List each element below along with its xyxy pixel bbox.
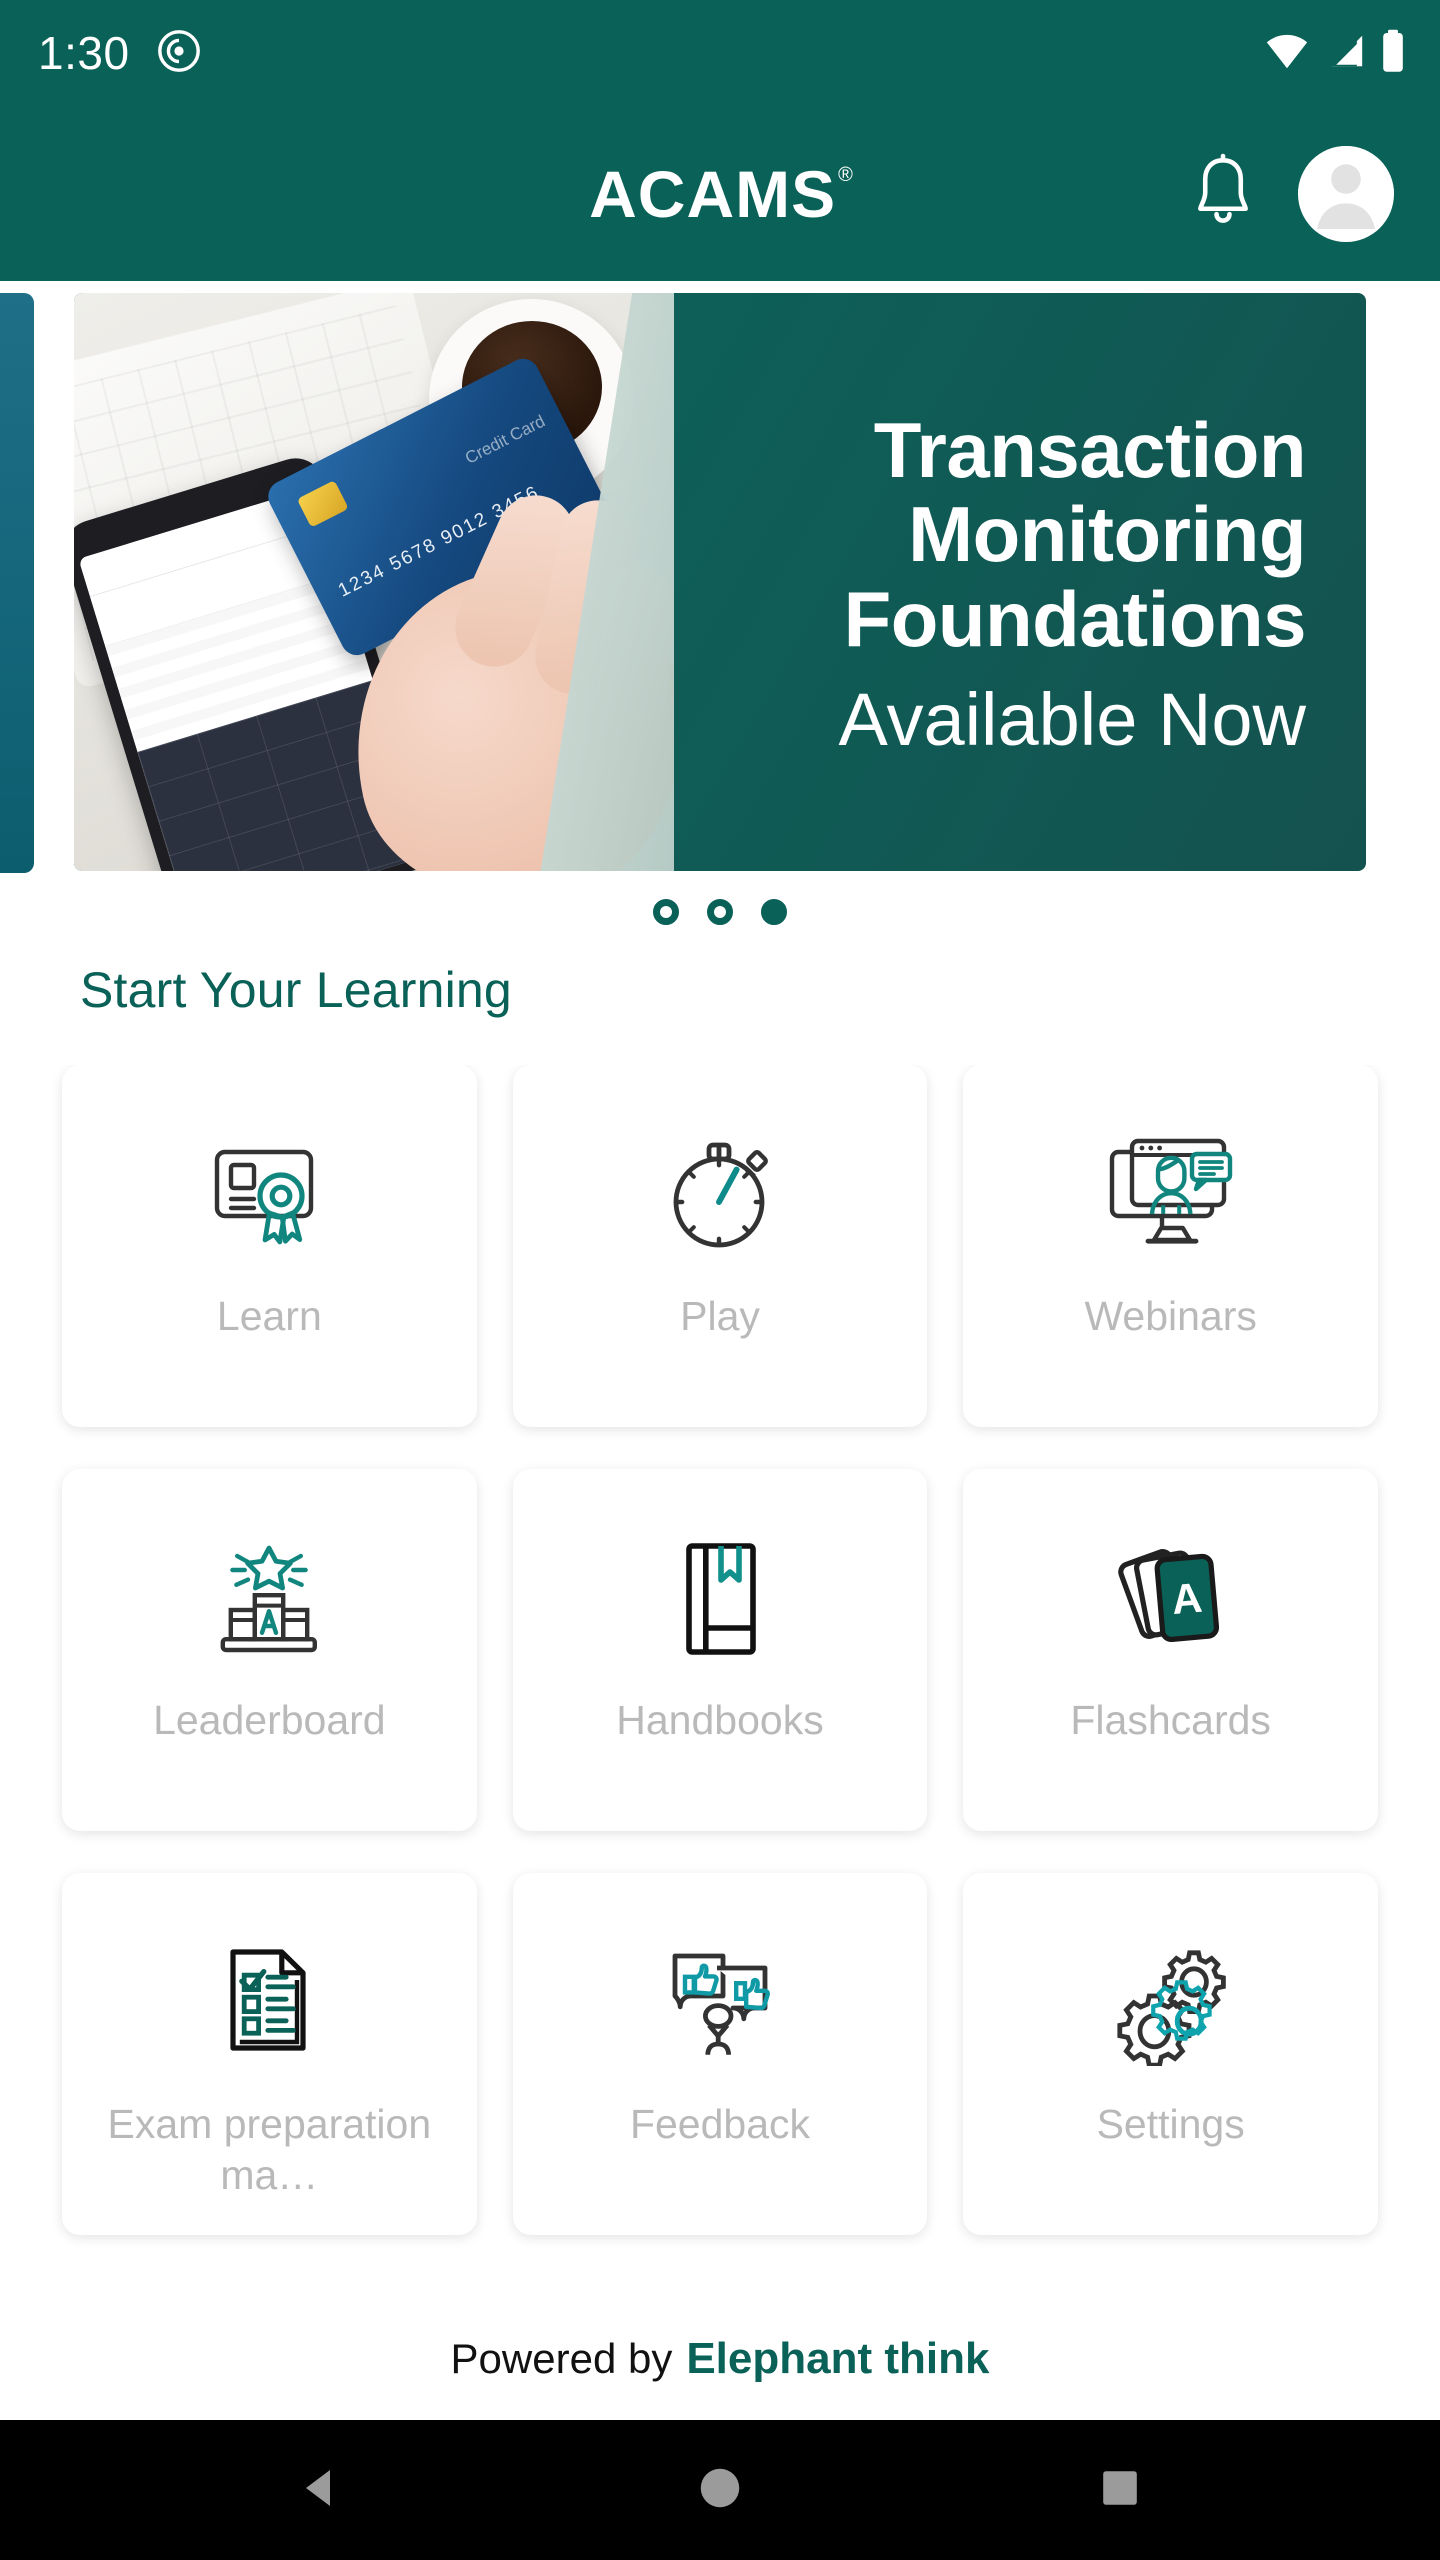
status-right-icons <box>1264 29 1406 78</box>
gears-icon <box>1108 1929 1234 2077</box>
carousel-dot-3[interactable] <box>761 899 787 925</box>
section-heading-start-your-learning: Start Your Learning <box>80 962 512 1018</box>
tile-label: Webinars <box>1084 1293 1257 1339</box>
status-bar: 1:30 <box>0 0 1440 106</box>
tile-webinars[interactable]: Webinars <box>963 1065 1378 1427</box>
card-brand-text: Credit Card <box>462 411 549 468</box>
back-button[interactable] <box>260 2430 380 2550</box>
home-circle-icon <box>695 2463 745 2518</box>
carousel-slide-subtitle: Available Now <box>838 677 1306 761</box>
book-bookmark-icon <box>665 1525 775 1673</box>
tile-learn[interactable]: Learn <box>62 1065 477 1427</box>
recents-square-icon <box>1097 2465 1143 2516</box>
card-chip <box>296 480 349 528</box>
cellular-signal-icon <box>1324 31 1366 76</box>
tile-label: Leaderboard <box>153 1697 386 1743</box>
screen-record-icon <box>156 28 202 79</box>
learning-grid: Learn Play Webinars Leaderboard Handbook… <box>62 1065 1378 2235</box>
back-triangle-icon <box>294 2462 346 2519</box>
recents-button[interactable] <box>1060 2430 1180 2550</box>
carousel-slide-text: Transaction Monitoring Foundations Avail… <box>674 293 1366 871</box>
footer-powered-by: Powered by Elephant think <box>0 2298 1440 2420</box>
avatar[interactable] <box>1298 145 1394 242</box>
podium-star-icon <box>202 1525 336 1673</box>
footer-prefix: Powered by <box>450 2335 673 2382</box>
carousel-dot-1[interactable] <box>653 899 679 925</box>
app-bar: ACAMS ® <box>0 106 1440 281</box>
stopwatch-icon <box>657 1121 783 1269</box>
svg-text:A: A <box>1169 1574 1203 1623</box>
tile-handbooks[interactable]: Handbooks <box>512 1469 928 1831</box>
flashcards-stack-icon: A <box>1106 1525 1236 1673</box>
app-bar-actions <box>1188 145 1394 242</box>
learning-grid-scroll[interactable]: Learn Play Webinars Leaderboard Handbook… <box>0 1065 1440 2298</box>
user-avatar-icon <box>1298 145 1394 242</box>
tile-play[interactable]: Play <box>512 1065 928 1427</box>
app-screen: 1:30 ACAMS ® Credit Card 1234 5678 9012 … <box>0 0 1440 2560</box>
home-button[interactable] <box>660 2430 780 2550</box>
tile-settings[interactable]: Settings <box>963 1873 1378 2235</box>
tile-flashcards[interactable]: A Flashcards <box>963 1469 1378 1831</box>
checklist-document-icon <box>209 1929 329 2077</box>
notifications-button[interactable] <box>1188 153 1258 234</box>
carousel-slide-photo: Credit Card 1234 5678 9012 3456 09/18 <box>74 293 674 871</box>
tile-label: Exam preparation ma… <box>107 2101 432 2199</box>
android-navigation-bar <box>0 2420 1440 2560</box>
tile-label: Play <box>680 1293 760 1339</box>
carousel-slide-active[interactable]: Credit Card 1234 5678 9012 3456 09/18 Tr… <box>74 293 1366 871</box>
tile-leaderboard[interactable]: Leaderboard <box>62 1469 477 1831</box>
status-clock: 1:30 <box>38 27 130 79</box>
tile-label: Feedback <box>629 2101 811 2147</box>
certificate-award-icon <box>203 1121 335 1269</box>
carousel-indicators[interactable] <box>0 873 1440 951</box>
bell-icon <box>1188 153 1258 234</box>
tile-label: Flashcards <box>1070 1697 1271 1743</box>
footer-brand: Elephant think <box>686 2334 990 2383</box>
carousel-slide-title: Transaction Monitoring Foundations <box>843 406 1307 663</box>
battery-icon <box>1380 29 1406 78</box>
brand-name: ACAMS <box>589 156 837 231</box>
carousel-previous-slide-peek[interactable] <box>0 293 34 873</box>
monitor-presenter-icon <box>1104 1121 1238 1269</box>
thumbs-feedback-icon <box>655 1929 785 2077</box>
carousel-dot-2[interactable] <box>707 899 733 925</box>
carousel-track[interactable]: Credit Card 1234 5678 9012 3456 09/18 Tr… <box>0 293 1440 873</box>
tile-label: Settings <box>1096 2101 1245 2147</box>
status-left-icons <box>156 28 202 79</box>
registered-mark: ® <box>838 163 853 186</box>
tile-label: Handbooks <box>616 1697 824 1743</box>
tile-label: Learn <box>216 1293 322 1339</box>
tile-feedback[interactable]: Feedback <box>512 1873 928 2235</box>
promo-carousel[interactable]: Credit Card 1234 5678 9012 3456 09/18 Tr… <box>0 281 1440 951</box>
wifi-icon <box>1264 31 1310 76</box>
tile-exam-preparation[interactable]: Exam preparation ma… <box>62 1873 477 2235</box>
